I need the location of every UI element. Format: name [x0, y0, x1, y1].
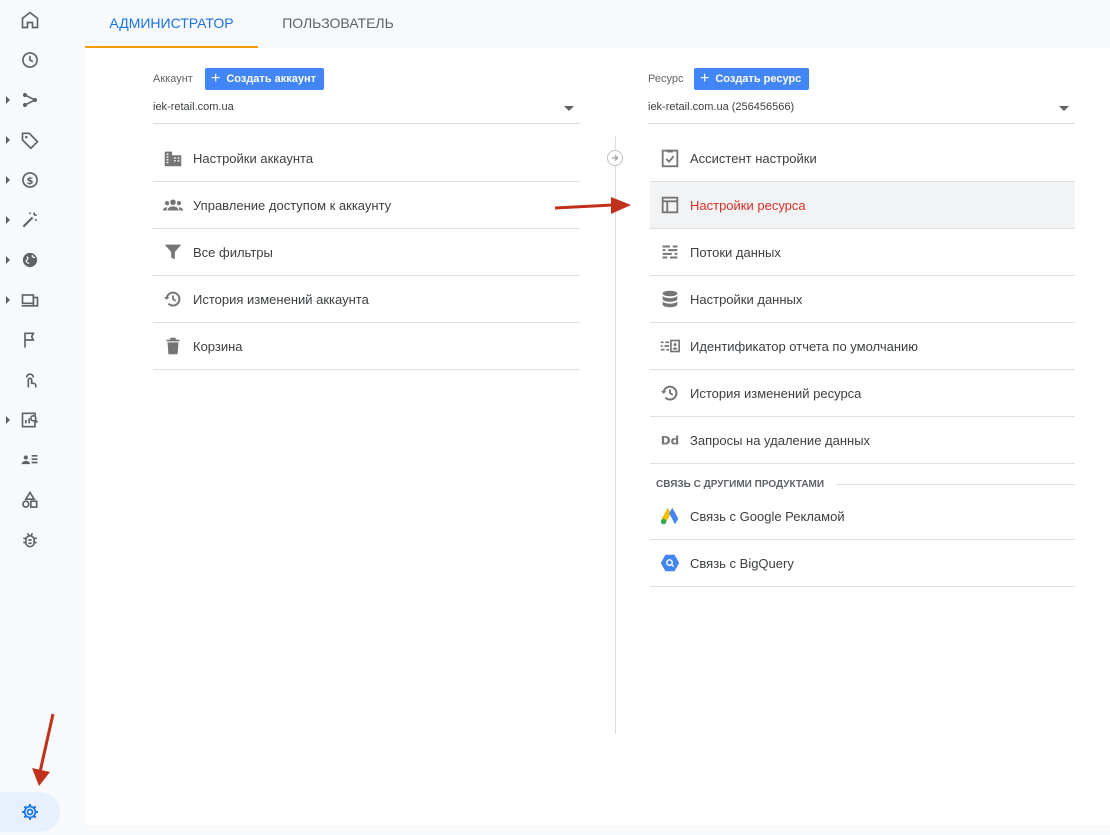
property-history-item[interactable]: История изменений ресурса [650, 370, 1075, 417]
data-settings-label: Настройки данных [690, 291, 803, 307]
heading-divider [836, 484, 1075, 485]
product-links-heading: СВЯЗЬ С ДРУГИМИ ПРОДУКТАМИ [656, 479, 1075, 490]
tab-user[interactable]: ПОЛЬЗОВАТЕЛЬ [258, 0, 418, 46]
trash-item[interactable]: Корзина [153, 323, 580, 370]
tag-icon[interactable] [0, 120, 60, 160]
account-select[interactable]: iek-retail.com.ua [153, 96, 580, 124]
google-ads-link-label: Связь с Google Рекламой [690, 508, 845, 524]
svg-text:Dd: Dd [661, 434, 679, 448]
create-property-button[interactable]: + Создать ресурс [694, 68, 810, 90]
account-access-item[interactable]: Управление доступом к аккаунту [153, 182, 580, 229]
user-list-icon[interactable] [0, 440, 60, 480]
chevron-down-icon [1059, 106, 1069, 111]
clipboard-check-icon [650, 135, 690, 181]
data-streams-icon [650, 229, 690, 275]
all-filters-item[interactable]: Все фильтры [153, 229, 580, 276]
property-history-label: История изменений ресурса [690, 385, 862, 401]
account-history-item[interactable]: История изменений аккаунта [153, 276, 580, 323]
history-icon [650, 370, 690, 416]
globe-icon[interactable] [0, 240, 60, 280]
bigquery-link-item[interactable]: Связь с BigQuery [650, 540, 1075, 587]
bug-icon[interactable] [0, 520, 60, 560]
account-settings-item[interactable]: Настройки аккаунта [153, 135, 580, 182]
property-menu: Ассистент настройки Настройки ресурса По… [650, 135, 1075, 464]
svg-text:$: $ [27, 176, 34, 187]
google-ads-link-item[interactable]: Связь с Google Рекламой [650, 493, 1075, 540]
report-id-icon [650, 323, 690, 369]
google-ads-icon [650, 493, 690, 539]
shapes-icon[interactable] [0, 480, 60, 520]
touch-icon[interactable] [0, 360, 60, 400]
home-icon[interactable] [0, 0, 60, 40]
setup-assistant-item[interactable]: Ассистент настройки [650, 135, 1075, 182]
history-icon [153, 276, 193, 322]
property-select-value: iek-retail.com.ua (256456566) [648, 101, 795, 113]
data-settings-item[interactable]: Настройки данных [650, 276, 1075, 323]
create-account-button[interactable]: + Создать аккаунт [205, 68, 325, 90]
data-deletion-requests-label: Запросы на удаление данных [690, 432, 871, 448]
data-deletion-requests-item[interactable]: Dd Запросы на удаление данных [650, 417, 1075, 464]
plus-icon: + [700, 70, 710, 87]
devices-icon[interactable] [0, 280, 60, 320]
report-search-icon[interactable] [0, 400, 60, 440]
data-streams-item[interactable]: Потоки данных [650, 229, 1075, 276]
trash-label: Корзина [193, 338, 243, 354]
annotation-arrow-down [32, 713, 55, 786]
bigquery-icon [650, 540, 690, 586]
account-access-label: Управление доступом к аккаунту [193, 197, 392, 213]
product-links-heading-text: СВЯЗЬ С ДРУГИМИ ПРОДУКТАМИ [656, 479, 825, 490]
magic-wand-icon[interactable] [0, 200, 60, 240]
data-streams-label: Потоки данных [690, 244, 781, 260]
account-menu: Настройки аккаунта Управление доступом к… [153, 135, 580, 370]
flag-icon[interactable] [0, 320, 60, 360]
tab-admin[interactable]: АДМИНИСТРАТОР [85, 0, 258, 48]
account-label: Аккаунт [153, 73, 193, 85]
arrow-right-circle-icon [607, 150, 623, 166]
bigquery-link-label: Связь с BigQuery [690, 555, 794, 571]
all-filters-label: Все фильтры [193, 244, 273, 260]
account-select-value: iek-retail.com.ua [153, 101, 234, 113]
property-select[interactable]: iek-retail.com.ua (256456566) [648, 96, 1075, 124]
left-nav: $ [0, 0, 85, 835]
property-layout-icon [650, 182, 690, 228]
property-settings-label: Настройки ресурса [690, 197, 806, 213]
funnel-nodes-icon[interactable] [0, 80, 60, 120]
setup-assistant-label: Ассистент настройки [690, 150, 817, 166]
clock-icon[interactable] [0, 40, 60, 80]
column-divider [615, 136, 616, 734]
filter-icon [153, 229, 193, 275]
default-report-id-label: Идентификатор отчета по умолчанию [690, 338, 919, 354]
account-settings-label: Настройки аккаунта [193, 150, 314, 166]
dollar-icon[interactable]: $ [0, 160, 60, 200]
annotation-arrow-right [554, 197, 631, 214]
dd-icon: Dd [650, 417, 690, 463]
product-links-menu: Связь с Google Рекламой Связь с BigQuery [650, 493, 1075, 587]
admin-settings-gear-icon[interactable] [0, 792, 60, 832]
default-report-id-item[interactable]: Идентификатор отчета по умолчанию [650, 323, 1075, 370]
chevron-down-icon [564, 106, 574, 111]
admin-tabs: АДМИНИСТРАТОР ПОЛЬЗОВАТЕЛЬ [85, 0, 1110, 48]
admin-main-panel: Аккаунт + Создать аккаунт iek-retail.com… [85, 48, 1110, 825]
building-icon [153, 135, 193, 181]
create-account-button-label: Создать аккаунт [226, 73, 317, 85]
plus-icon: + [211, 70, 221, 87]
create-property-button-label: Создать ресурс [715, 73, 802, 85]
property-settings-item[interactable]: Настройки ресурса [650, 182, 1075, 229]
people-icon [153, 182, 193, 228]
database-icon [650, 276, 690, 322]
property-label: Ресурс [648, 73, 684, 85]
trash-icon [153, 323, 193, 369]
account-history-label: История изменений аккаунта [193, 291, 369, 307]
